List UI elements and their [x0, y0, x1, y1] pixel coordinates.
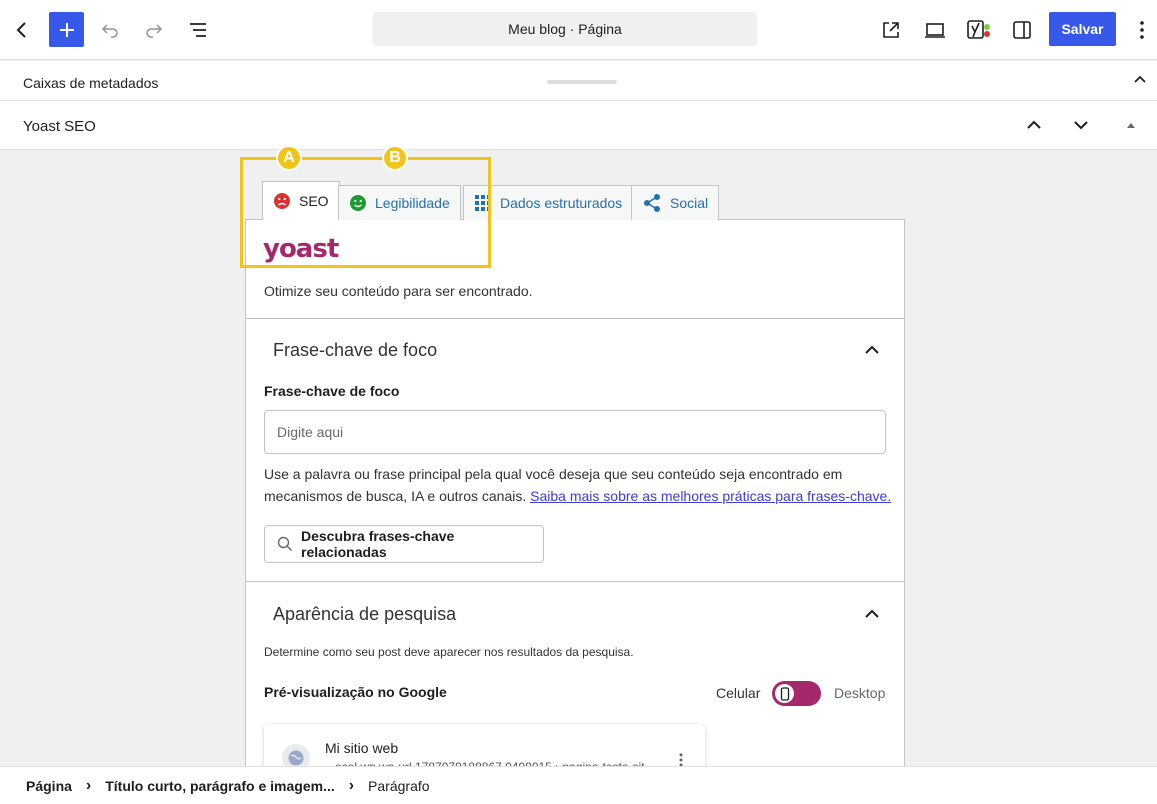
discover-keyphrases-button[interactable]: Descubra frases-chave relacionadas	[264, 525, 544, 563]
options-menu-icon[interactable]	[1124, 12, 1157, 48]
preview-mode-toggle[interactable]	[772, 681, 821, 706]
metaboxes-header[interactable]: Caixas de metadados	[0, 61, 1157, 101]
marker-a: A	[276, 145, 302, 171]
keyphrase-best-practices-link[interactable]: Saiba mais sobre as melhores práticas pa…	[530, 488, 891, 504]
tab-label: Legibilidade	[375, 195, 450, 211]
share-icon	[642, 193, 662, 213]
chevron-up-icon[interactable]	[864, 342, 880, 363]
back-icon[interactable]	[4, 12, 40, 48]
desktop-label: Desktop	[834, 685, 886, 701]
google-preview-label: Pré-visualização no Google	[264, 684, 447, 700]
focus-keyphrase-input[interactable]	[264, 410, 886, 454]
add-block-button[interactable]	[49, 12, 84, 47]
chevron-up-icon[interactable]	[1133, 73, 1147, 92]
chevron-up-icon[interactable]	[864, 606, 880, 627]
chevron-right-icon: ›	[348, 776, 355, 794]
search-icon	[277, 536, 293, 552]
panel-intro: Otimize seu conteúdo para ser encontrado…	[264, 283, 533, 299]
breadcrumb-item[interactable]: Título curto, parágrafo e imagem...	[105, 778, 334, 794]
yoast-logo: yoast	[263, 234, 339, 264]
tab-label: SEO	[299, 193, 329, 209]
tab-label: Social	[670, 195, 709, 211]
tab-readability[interactable]: Legibilidade	[338, 185, 461, 220]
tab-social[interactable]: Social	[631, 185, 720, 220]
divider	[246, 318, 904, 319]
breadcrumb-item[interactable]: Página	[26, 778, 72, 794]
editor-toolbar: Meu blog · Página Salvar	[0, 0, 1157, 60]
yoast-icon[interactable]	[961, 12, 997, 48]
settings-sidebar-icon[interactable]	[1004, 12, 1040, 48]
marker-b: B	[382, 145, 408, 171]
document-title-bar[interactable]: Meu blog · Página	[373, 12, 757, 46]
chevron-right-icon: ›	[85, 776, 92, 794]
tab-structured-data[interactable]: Dados estruturados	[463, 185, 634, 220]
document-overview-icon[interactable]	[180, 12, 216, 48]
breadcrumb-item[interactable]: Parágrafo	[368, 778, 429, 794]
grid-icon	[474, 194, 492, 212]
focus-keyphrase-section-title[interactable]: Frase-chave de foco	[273, 340, 437, 361]
tab-seo[interactable]: SEO	[262, 181, 340, 220]
mobile-device-icon	[775, 684, 794, 703]
metaboxes-label: Caixas de metadados	[23, 75, 159, 91]
collapse-triangle-icon[interactable]	[1119, 113, 1143, 137]
move-down-icon[interactable]	[1069, 113, 1093, 137]
sad-face-icon	[273, 192, 291, 210]
mobile-label: Celular	[716, 685, 761, 701]
breadcrumb: Página › Título curto, parágrafo e image…	[0, 766, 1157, 804]
save-button[interactable]: Salvar	[1049, 12, 1116, 46]
search-appearance-description: Determine como seu post deve aparecer no…	[264, 645, 634, 659]
tab-label: Dados estruturados	[500, 195, 623, 211]
yoast-metabox-title: Yoast SEO	[23, 118, 96, 135]
device-preview-icon[interactable]	[917, 12, 953, 48]
view-external-icon[interactable]	[873, 12, 909, 48]
redo-icon[interactable]	[136, 12, 172, 48]
focus-keyphrase-help: Use a palavra ou frase principal pela qu…	[264, 463, 894, 507]
undo-icon[interactable]	[92, 12, 128, 48]
move-up-icon[interactable]	[1022, 113, 1046, 137]
divider	[246, 581, 904, 582]
discover-label: Descubra frases-chave relacionadas	[301, 528, 455, 560]
search-appearance-section-title[interactable]: Aparência de pesquisa	[273, 604, 456, 625]
yoast-metabox-header: Yoast SEO	[0, 101, 1157, 150]
smiley-icon	[349, 194, 367, 212]
site-name: Mi sitio web	[325, 740, 399, 756]
resize-handle[interactable]	[547, 80, 617, 84]
focus-keyphrase-label: Frase-chave de foco	[264, 383, 400, 399]
